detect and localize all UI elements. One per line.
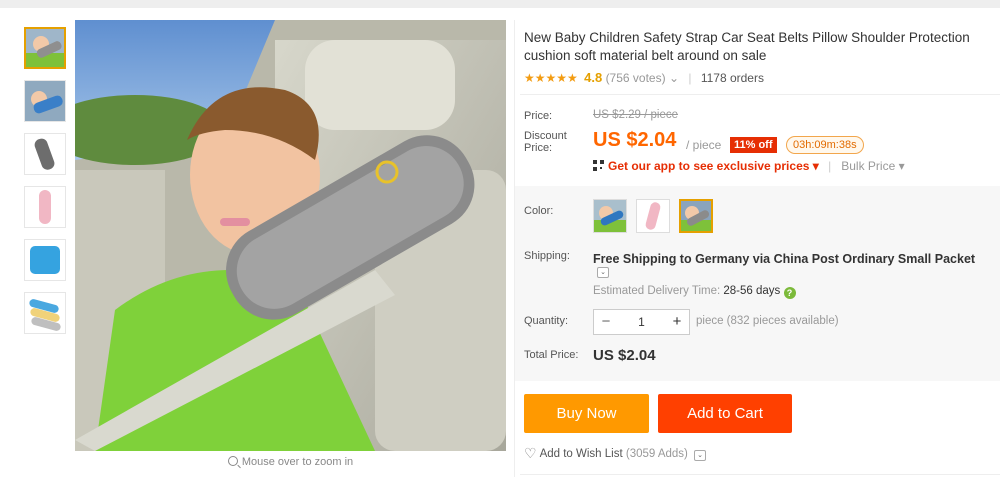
discount-badge: 11% off <box>730 137 777 153</box>
delivery-days: 28-56 days <box>723 285 781 297</box>
votes-link[interactable]: (756 votes) <box>606 71 666 85</box>
main-product-image[interactable] <box>75 20 506 451</box>
product-title: New Baby Children Safety Strap Car Seat … <box>524 30 970 63</box>
discount-price: US $2.04 <box>593 129 677 151</box>
shipping-label: Shipping: <box>524 250 570 262</box>
total-price-label: Total Price: <box>524 349 579 361</box>
bulk-price-link[interactable]: Bulk Price ▾ <box>841 159 904 173</box>
add-to-wishlist-link[interactable]: Add to Wish List <box>540 448 623 460</box>
wishlist-row: ♡ Add to Wish List (3059 Adds) ⌄ <box>524 445 707 462</box>
app-price-link[interactable]: Get our app to see exclusive prices ▾ <box>608 159 819 173</box>
thumbnail-4[interactable] <box>24 186 66 228</box>
thumbnail-5[interactable] <box>24 239 66 281</box>
rating-row: ★★★★★ 4.8 (756 votes) ⌄ | 1178 orders <box>524 70 764 85</box>
color-swatch-2[interactable] <box>636 199 670 233</box>
thumbnail-6[interactable] <box>24 292 66 334</box>
product-photo <box>75 20 506 451</box>
quantity-availability: piece (832 pieces available) <box>696 315 839 327</box>
quantity-increase-button[interactable]: + <box>665 310 689 334</box>
separator: | <box>688 71 692 85</box>
heart-icon[interactable]: ♡ <box>524 445 537 461</box>
thumbnail-3[interactable] <box>24 133 66 175</box>
zoom-hint-text: Mouse over to zoom in <box>241 456 354 468</box>
delivery-estimate: Estimated Delivery Time: 28-56 days ? <box>593 285 796 299</box>
color-label: Color: <box>524 205 554 217</box>
magnifier-icon <box>227 456 238 466</box>
total-price: US $2.04 <box>593 347 656 364</box>
separator: | <box>828 159 832 173</box>
product-page: Mouse over to zoom in New Baby Children … <box>0 0 1000 477</box>
quantity-decrease-button[interactable]: − <box>594 310 618 334</box>
thumbnail-5-image <box>25 240 65 280</box>
thumbnail-1[interactable] <box>24 27 66 69</box>
options-panel <box>515 186 1000 381</box>
thumbnail-4-image <box>25 187 65 227</box>
color-swatch-1-image <box>594 200 626 232</box>
color-swatch-2-image <box>637 200 669 232</box>
color-swatch-3-image <box>681 201 711 231</box>
chevron-down-icon[interactable]: ⌄ <box>694 450 707 461</box>
divider <box>520 94 1000 95</box>
app-price-row: Get our app to see exclusive prices ▾ | B… <box>593 159 905 173</box>
delivery-label: Estimated Delivery Time: <box>593 285 721 297</box>
buy-now-button[interactable]: Buy Now <box>524 394 649 433</box>
wishlist-count: (3059 Adds) <box>625 448 688 460</box>
original-price: US $2.29 / piece <box>593 109 679 121</box>
help-icon[interactable]: ? <box>783 287 796 299</box>
top-strip <box>0 0 1000 8</box>
shipping-info: Free Shipping to Germany via China Post … <box>593 252 976 266</box>
orders-count: 1178 orders <box>700 71 764 85</box>
star-rating-icon: ★★★★★ <box>524 71 578 85</box>
chevron-down-icon[interactable]: ⌄ <box>669 71 679 85</box>
qr-code-icon <box>593 160 604 171</box>
thumbnail-list <box>24 27 68 345</box>
shipping-expand-icon[interactable]: ⌄ <box>597 267 609 278</box>
thumbnail-3-image <box>25 134 65 174</box>
quantity-label: Quantity: <box>524 315 569 327</box>
quantity-stepper: − 1 + <box>593 309 690 335</box>
thumbnail-6-image <box>25 293 65 333</box>
thumbnail-1-image <box>26 29 64 67</box>
color-swatch-3[interactable] <box>679 199 713 233</box>
rating-value: 4.8 <box>584 70 603 85</box>
countdown-timer: 03h:09m:38s <box>786 136 864 154</box>
discount-price-label: Discount Price: <box>524 130 567 154</box>
price-unit: / piece <box>686 138 722 152</box>
color-swatch-1[interactable] <box>593 199 627 233</box>
add-to-cart-button[interactable]: Add to Cart <box>658 394 792 433</box>
thumbnail-2[interactable] <box>24 80 66 122</box>
zoom-hint: Mouse over to zoom in <box>75 456 506 468</box>
quantity-input[interactable]: 1 <box>618 310 665 334</box>
divider <box>520 474 1000 475</box>
thumbnail-2-image <box>25 81 65 121</box>
price-label: Price: <box>524 110 553 122</box>
